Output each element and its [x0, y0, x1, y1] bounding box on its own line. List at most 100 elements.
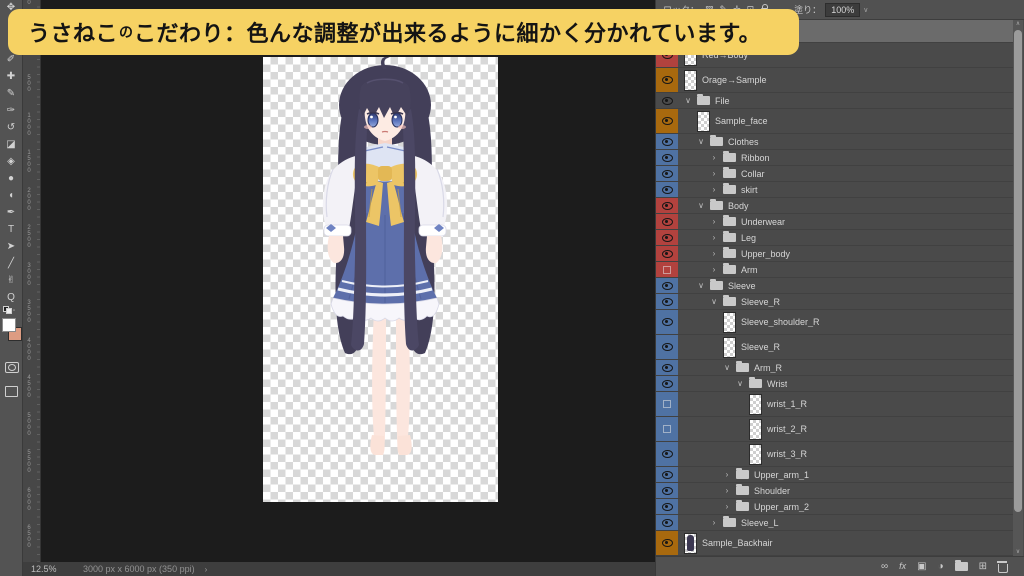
visibility-chip[interactable]: [656, 246, 678, 261]
scrollbar-thumb[interactable]: [1014, 30, 1022, 512]
eraser-tool-icon[interactable]: ◪: [0, 138, 22, 152]
eye-visible-icon[interactable]: [662, 76, 673, 84]
visibility-chip[interactable]: [656, 467, 678, 482]
layer-thumbnail[interactable]: [697, 111, 710, 132]
layer-row[interactable]: ›Upper_arm_2: [656, 499, 1013, 515]
layer-thumbnail[interactable]: [684, 70, 697, 91]
layer-row[interactable]: ∨Sleeve: [656, 278, 1013, 294]
layer-row[interactable]: ›skirt: [656, 182, 1013, 198]
dodge-tool-icon[interactable]: ◖: [0, 189, 22, 203]
visibility-chip[interactable]: [656, 198, 678, 213]
chevron-right-icon[interactable]: ›: [710, 233, 718, 242]
layer-row[interactable]: wrist_1_R: [656, 392, 1013, 417]
eye-visible-icon[interactable]: [662, 487, 673, 495]
eye-visible-icon[interactable]: [662, 318, 673, 326]
eye-hidden-icon[interactable]: [663, 400, 671, 408]
chevron-right-icon[interactable]: ›: [710, 518, 718, 527]
zoom-level-field[interactable]: 12.5%: [31, 564, 65, 574]
chevron-right-icon[interactable]: ›: [723, 502, 731, 511]
visibility-chip[interactable]: [656, 214, 678, 229]
visibility-chip[interactable]: [656, 442, 678, 466]
visibility-chip[interactable]: [656, 182, 678, 197]
visibility-chip[interactable]: [656, 335, 678, 359]
layer-row[interactable]: ›Underwear: [656, 214, 1013, 230]
eye-visible-icon[interactable]: [662, 471, 673, 479]
scroll-up-icon[interactable]: ∧: [1013, 20, 1023, 28]
type-tool-icon[interactable]: T: [0, 223, 22, 237]
gradient-tool-icon[interactable]: ◈: [0, 155, 22, 169]
adjustment-layer-icon[interactable]: ◑: [938, 562, 944, 572]
layer-row[interactable]: ›Shoulder: [656, 483, 1013, 499]
chevron-down-icon[interactable]: ∨: [697, 137, 705, 146]
new-group-icon[interactable]: [955, 562, 968, 571]
layer-row[interactable]: Sleeve_R: [656, 335, 1013, 360]
vertical-ruler[interactable]: 0500100015002000250030003500400045005000…: [23, 0, 41, 562]
chevron-right-icon[interactable]: ›: [710, 217, 718, 226]
status-options-icon[interactable]: ›: [205, 565, 208, 574]
layer-row[interactable]: Sample_Backhair: [656, 531, 1013, 556]
layer-row[interactable]: ›Upper_body: [656, 246, 1013, 262]
visibility-chip[interactable]: [656, 392, 678, 416]
visibility-chip[interactable]: [656, 262, 678, 277]
eye-visible-icon[interactable]: [662, 234, 673, 242]
layer-mask-icon[interactable]: ▣: [917, 562, 926, 572]
eye-visible-icon[interactable]: [662, 380, 673, 388]
layer-thumbnail[interactable]: [723, 312, 736, 333]
layer-thumbnail[interactable]: [749, 419, 762, 440]
layer-row[interactable]: Sample_face: [656, 109, 1013, 134]
chevron-down-icon[interactable]: ∨: [684, 96, 692, 105]
visibility-chip[interactable]: [656, 134, 678, 149]
layer-row[interactable]: Orage→Sample: [656, 68, 1013, 93]
visibility-chip[interactable]: [656, 278, 678, 293]
pen-tool-icon[interactable]: ✒: [0, 206, 22, 220]
hand-tool-icon[interactable]: ✌: [0, 274, 22, 288]
eye-visible-icon[interactable]: [662, 97, 673, 105]
eye-visible-icon[interactable]: [662, 282, 673, 290]
eye-visible-icon[interactable]: [662, 138, 673, 146]
layer-thumbnail[interactable]: [749, 444, 762, 465]
eye-visible-icon[interactable]: [662, 218, 673, 226]
eye-visible-icon[interactable]: [662, 503, 673, 511]
visibility-chip[interactable]: [656, 230, 678, 245]
visibility-chip[interactable]: [656, 417, 678, 441]
line-tool-icon[interactable]: ╱: [0, 257, 22, 271]
path-select-tool-icon[interactable]: ➤: [0, 240, 22, 254]
eye-visible-icon[interactable]: [662, 364, 673, 372]
eye-visible-icon[interactable]: [662, 539, 673, 547]
history-brush-tool-icon[interactable]: ↺: [0, 121, 22, 135]
visibility-chip[interactable]: [656, 294, 678, 309]
eye-visible-icon[interactable]: [662, 250, 673, 258]
delete-layer-icon[interactable]: [998, 564, 1008, 573]
chevron-down-icon[interactable]: ∨: [697, 201, 705, 210]
eye-visible-icon[interactable]: [662, 170, 673, 178]
chevron-down-icon[interactable]: ∨: [723, 363, 731, 372]
visibility-chip[interactable]: [656, 483, 678, 498]
chevron-down-icon[interactable]: ∨: [736, 379, 744, 388]
eye-visible-icon[interactable]: [662, 117, 673, 125]
eye-visible-icon[interactable]: [662, 519, 673, 527]
chevron-right-icon[interactable]: ›: [723, 486, 731, 495]
visibility-chip[interactable]: [656, 93, 678, 108]
visibility-chip[interactable]: [656, 310, 678, 334]
layer-row[interactable]: ›Upper_arm_1: [656, 467, 1013, 483]
fill-value-field[interactable]: 100%: [825, 3, 860, 17]
link-layers-icon[interactable]: ∞: [881, 562, 888, 572]
visibility-chip[interactable]: [656, 150, 678, 165]
eye-visible-icon[interactable]: [662, 450, 673, 458]
visibility-chip[interactable]: [656, 166, 678, 181]
visibility-chip[interactable]: [656, 376, 678, 391]
chevron-right-icon[interactable]: ›: [710, 153, 718, 162]
layer-row[interactable]: ›Collar: [656, 166, 1013, 182]
fill-dropdown-icon[interactable]: ∨: [863, 6, 868, 14]
layer-row[interactable]: ›Arm: [656, 262, 1013, 278]
visibility-chip[interactable]: [656, 515, 678, 530]
clone-stamp-tool-icon[interactable]: ✑: [0, 104, 22, 118]
layers-scrollbar[interactable]: ∧ ∨: [1013, 20, 1023, 556]
scroll-down-icon[interactable]: ∨: [1013, 548, 1023, 556]
canvas-pasteboard[interactable]: [41, 0, 655, 562]
layer-row[interactable]: ∨Sleeve_R: [656, 294, 1013, 310]
eye-visible-icon[interactable]: [662, 202, 673, 210]
blur-tool-icon[interactable]: ●: [0, 172, 22, 186]
layer-thumbnail[interactable]: [749, 394, 762, 415]
layer-thumbnail[interactable]: [684, 533, 697, 554]
